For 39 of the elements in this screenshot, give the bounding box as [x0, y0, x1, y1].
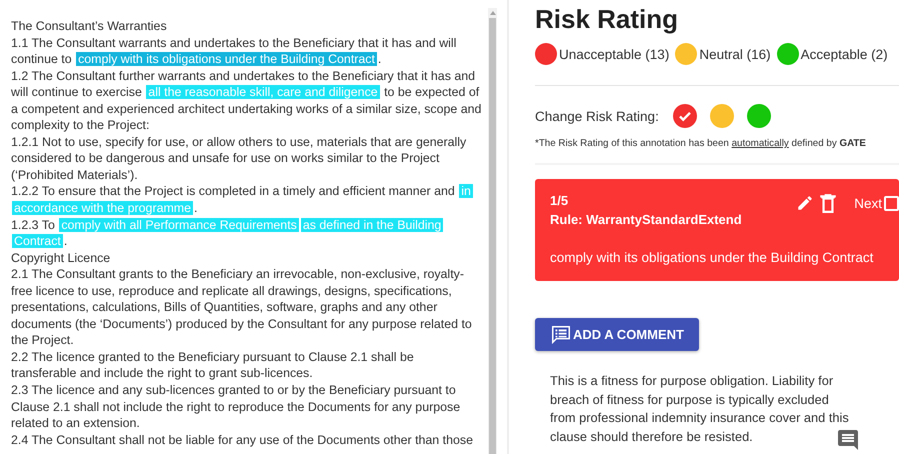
document-paragraph: 1.2 The Consultant further warrants and undertakes to the Beneficiary that it has and will continue to exercise all the reasonable skill, care and diligence to be expected of a competent and experienced architect undertaking works of a similar size, scope and complexity to the Project:: [11, 68, 482, 134]
document-paragraph: 2.4 The Consultant shall not be liable for any use of the Documents other than those: [11, 432, 474, 448]
change-rating-label: Change Risk Rating:: [535, 108, 659, 124]
highlighted-text[interactable]: accordance with the programme: [12, 201, 193, 216]
add-comment-button[interactable]: ADD A COMMENT: [535, 318, 699, 351]
check-icon: [678, 109, 692, 123]
comment-icon: [550, 324, 572, 346]
document-paragraph: 1.1 The Consultant warrants and undertakes to the Beneficiary that it has and will continue to comply with its obligations under the Building Contract .: [11, 34, 458, 68]
document-paragraph: The Consultant’s Warranties: [11, 18, 168, 35]
highlighted-text[interactable]: all the reasonable skill, care and diligence: [146, 85, 380, 100]
legend-label: Unacceptable (13): [559, 46, 670, 62]
comment-text: This is a fitness for purpose obligation. Liability for breach of fitness for purpose is typically excluded from professional indemnity insurance cover and this clause should therefore be resisted.: [550, 372, 850, 446]
document-paragraph: 2.3 The licence and any sub-licences granted to or by the Beneficiary pursuant to Clause 2.1 shall not include the right to reproduce the Documents for any purpose related to an extension.: [11, 382, 462, 432]
next-button[interactable]: Next: [854, 196, 899, 210]
highlighted-text[interactable]: as defined in the Building: [300, 218, 444, 232]
automatically-link[interactable]: automatically: [732, 138, 789, 149]
document-paragraph: Copyright Licence: [11, 250, 112, 266]
document-paragraph: 1.2.1 Not to use, specify for use, or allow others to use, materials that are generally considered to be dangerous and unsafe for use on works similar to the Project (‘Prohibited Materials’).: [11, 134, 468, 184]
highlighted-text[interactable]: comply with its obligations under the Building Contract: [76, 52, 377, 66]
legend-label: Neutral (16): [699, 46, 771, 62]
rule-name: Rule: WarrantyStandardExtend: [550, 212, 742, 227]
highlighted-text[interactable]: comply with all Performance Requirements: [59, 218, 299, 232]
annotation-text: comply with its obligations under the Building Contract: [550, 250, 874, 265]
legend-label: Acceptable (2): [800, 46, 888, 62]
document-paragraph: 2.1 The Consultant grants to the Beneficiary an irrevocable, non-exclusive, royalty-free licence to use, reproduce and replicate all drawings, designs, specifications, presentations, calculations, Bills of Quantities, software, graphs and any other documents (the ‘Documents’) produced by the Consultant for any purpose related to the Project.: [11, 266, 473, 349]
panel-title: Risk Rating: [535, 4, 680, 35]
document-paragraph: 1.2.3 To comply with all Performance Requirements as defined in the Building Contract .: [11, 216, 444, 250]
rating-option[interactable]: [672, 104, 697, 128]
rating-option[interactable]: [746, 104, 771, 128]
edit-icon[interactable]: [796, 194, 814, 212]
rating-note: *The Risk Rating of this annotation has been automatically defined by GATE: [535, 138, 867, 149]
delete-icon[interactable]: [820, 193, 836, 213]
highlighted-text[interactable]: Contract: [12, 234, 63, 248]
scrollbar[interactable]: [488, 8, 497, 454]
document-paragraph: 2.2 The licence granted to the Beneficiary pursuant to Clause 2.1 shall be transferable and include the right to grant sub-licences.: [11, 348, 415, 382]
annotation-counter: 1/5: [550, 193, 570, 208]
document-paragraph: 1.2.2 To ensure that the Project is completed in a timely and efficient manner and in accordance with the programme .: [11, 183, 474, 217]
highlighted-text[interactable]: in: [459, 184, 473, 198]
comment-icon[interactable]: [838, 430, 858, 450]
